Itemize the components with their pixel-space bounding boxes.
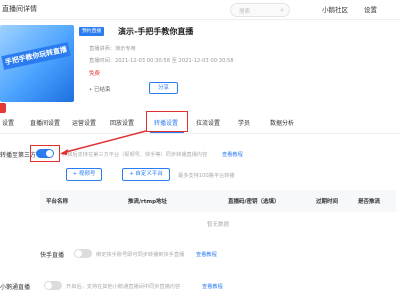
top-bar: 直播间详情 搜索 ⌕ 小鹅社区 设置 [0,0,400,20]
max-platform-hint: 最多支持100路平台转播 [178,173,235,179]
toggle-callout-box [30,145,60,162]
community-link[interactable]: 小鹅社区 [322,4,348,14]
add-custom-platform-button[interactable]: + 自定义平台 [122,168,170,181]
miniprogram-toggle[interactable] [44,281,62,290]
col-stream-key: 直播码/密钥（选填） [228,199,280,205]
breadcrumb[interactable]: 直播间详情 [2,4,37,14]
status-badge: • 已结束 [89,87,111,93]
col-rtmp-url: 推流/rtmp地址 [128,199,168,205]
kuaishou-toggle[interactable] [74,249,92,258]
tab-room-settings[interactable]: 直播间设置 [30,118,60,127]
miniprogram-section-label: 小鹅通直播 [0,284,31,291]
kuaishou-section-label: 快手直播 [40,252,65,259]
miniprogram-tutorial-link[interactable]: 查看教程 [202,283,223,290]
relay-tutorial-link[interactable]: 查看教程 [222,151,243,158]
add-video-channel-button[interactable]: + 视频号 [66,168,102,181]
lecturer-text: 直播讲师：演示专用 [89,46,136,52]
settings-tabs: 设置 直播间设置 运营设置 回放设置 转播设置 拉流设置 学员 数据分析 [0,110,400,134]
tab-operation-settings[interactable]: 运营设置 [72,118,96,127]
col-expire-time: 过期时间 [316,199,339,205]
search-placeholder: 搜索 [239,9,251,15]
share-button[interactable]: 分享 [149,82,178,94]
search-icon[interactable]: ⌕ [280,6,284,15]
live-time-text: 直播时间：2021-12-03 00:30:58 至 2021-12-03 00… [89,58,234,64]
relay-hint: 开启后支持在第三方平台（视频号、快手等）同步转播直播内容 [62,152,208,158]
settings-link[interactable]: 设置 [364,4,377,14]
tab-settings[interactable]: 设置 [2,118,14,127]
empty-state-text: 暂无数据 [206,222,229,228]
toggle-knob [45,282,52,289]
live-type-badge: 预约直播 [79,27,105,36]
tab-pull-stream-settings[interactable]: 拉流设置 [196,118,220,127]
table-header: 平台名称 推流/rtmp地址 直播码/密钥（选填） 过期时间 是否推流 [40,190,396,212]
search-input[interactable]: 搜索 ⌕ [230,3,290,17]
col-is-streaming: 是否推流 [358,199,381,205]
cover-caption: 手把手教你玩转直播 [1,42,71,70]
kuaishou-tutorial-link[interactable]: 查看教程 [196,251,217,258]
kuaishou-hint: 绑定快手账号即可同步转播到快手直播 [96,252,185,258]
price-text: 免费 [89,71,101,77]
toggle-knob [75,250,82,257]
course-cover-image: 手把手教你玩转直播 [0,25,74,102]
tab-replay-settings[interactable]: 回放设置 [110,118,134,127]
miniprogram-hint: 开启后，支持在其他小鹅通直播间中同步直播内容 [66,284,181,290]
tab-data-analysis[interactable]: 数据分析 [270,118,294,127]
col-platform-name: 平台名称 [46,199,69,205]
course-title: 演示-手把手教你直播 [118,27,194,36]
tab-callout-box [146,111,188,132]
tab-students[interactable]: 学员 [238,118,250,127]
